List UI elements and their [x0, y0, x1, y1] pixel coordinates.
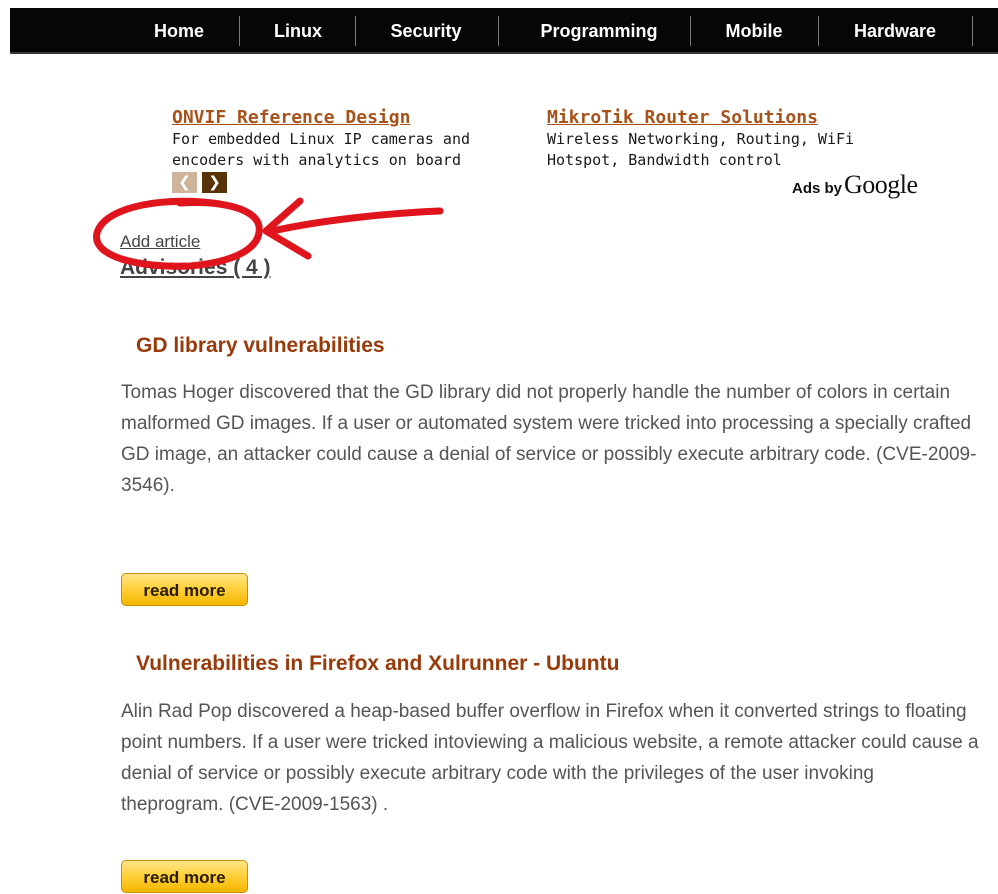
ads-by-label: Ads by: [792, 180, 843, 197]
nav-item-linux[interactable]: Linux: [255, 8, 341, 52]
nav-divider: [690, 16, 691, 46]
nav-item-hardware[interactable]: Hardware: [832, 8, 958, 52]
ad-title-link[interactable]: ONVIF Reference Design: [172, 107, 517, 129]
top-nav-bar: Home Linux Security Programming Mobile H…: [10, 8, 998, 54]
nav-divider: [239, 16, 240, 46]
ad-title-link[interactable]: MikroTik Router Solutions: [547, 107, 877, 129]
nav-item-home[interactable]: Home: [134, 8, 224, 52]
article-title[interactable]: GD library vulnerabilities: [136, 334, 385, 358]
nav-item-programming[interactable]: Programming: [512, 8, 686, 52]
ad-description: For embedded Linux IP cameras and encode…: [172, 130, 471, 169]
nav-divider: [355, 16, 356, 46]
add-article-link[interactable]: Add article: [120, 232, 200, 252]
ad-unit-mikrotik: MikroTik Router Solutions Wireless Netwo…: [547, 107, 877, 171]
chevron-left-icon: ❮: [178, 173, 191, 191]
ad-prev-button[interactable]: ❮: [172, 172, 197, 193]
nav-item-mobile[interactable]: Mobile: [704, 8, 804, 52]
nav-divider: [972, 16, 973, 46]
google-logo: Google: [844, 170, 918, 199]
nav-divider: [818, 16, 819, 46]
read-more-button[interactable]: read more: [121, 860, 248, 893]
annotation-arrow-head: [262, 197, 312, 260]
article-body: Alin Rad Pop discovered a heap-based buf…: [121, 701, 979, 815]
chevron-right-icon: ❯: [208, 173, 221, 191]
ads-by-google[interactable]: Ads byGoogle: [792, 170, 918, 200]
nav-divider: [498, 16, 499, 46]
read-more-button[interactable]: read more: [121, 573, 248, 606]
nav-item-security[interactable]: Security: [370, 8, 482, 52]
annotation-arrow-shaft: [264, 207, 444, 236]
ad-description: Wireless Networking, Routing, WiFi Hotsp…: [547, 130, 855, 169]
section-title-advisories[interactable]: Advisories ( 4 ): [120, 256, 271, 280]
article-title[interactable]: Vulnerabilities in Firefox and Xulrunner…: [136, 652, 619, 676]
ad-unit-onvif: ONVIF Reference Design For embedded Linu…: [172, 107, 517, 171]
article-body: Tomas Hoger discovered that the GD libra…: [121, 382, 977, 496]
ad-next-button[interactable]: ❯: [202, 172, 227, 193]
